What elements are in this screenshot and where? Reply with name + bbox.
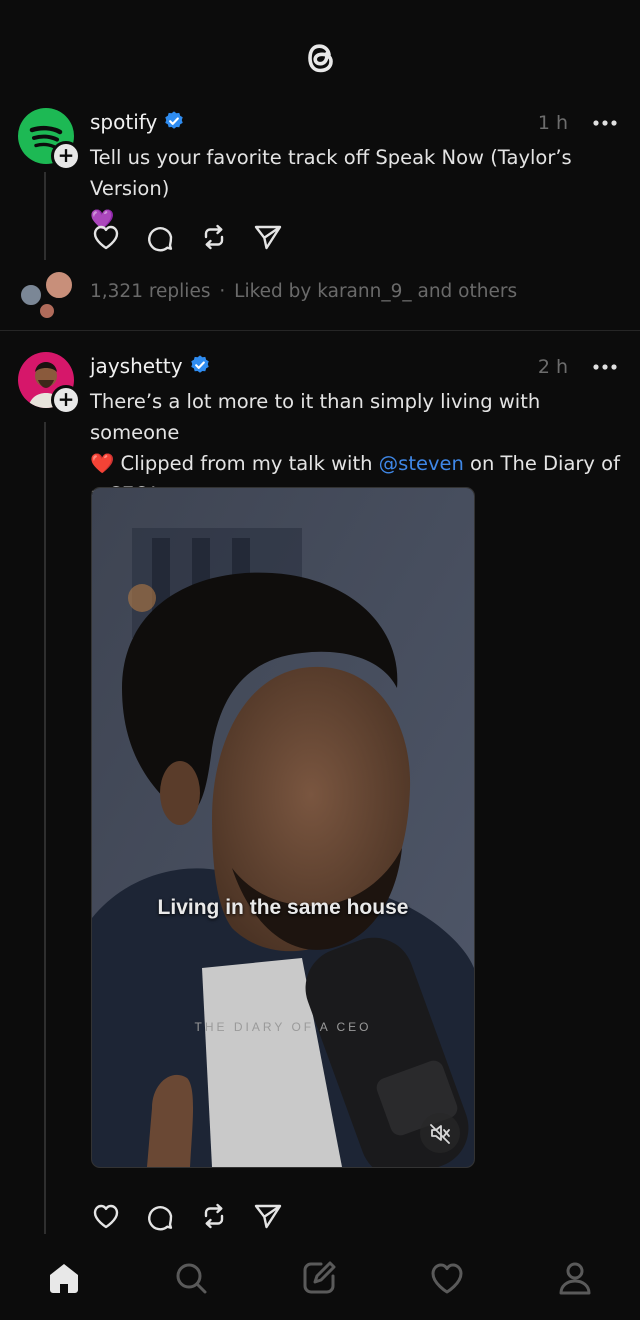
post-username[interactable]: spotify [90, 110, 185, 134]
bottom-tab-bar [0, 1244, 640, 1320]
post-text-line1: There’s a lot more to it than simply liv… [90, 390, 541, 444]
search-icon[interactable] [171, 1258, 211, 1298]
compose-icon[interactable] [299, 1258, 339, 1298]
post-divider [0, 330, 640, 331]
comment-icon[interactable] [144, 221, 176, 253]
follow-plus-icon[interactable]: + [51, 385, 81, 415]
mute-button[interactable] [420, 1113, 460, 1153]
share-send-icon[interactable] [252, 1200, 284, 1232]
video-player[interactable]: Living in the same house THE DIARY OF A … [91, 487, 475, 1168]
repost-icon[interactable] [198, 1200, 230, 1232]
video-frame-image [92, 488, 474, 1167]
liked-by[interactable]: Liked by karann_9_ and others [234, 281, 517, 302]
post-actions [90, 221, 290, 253]
post-time: 1 h [537, 112, 568, 134]
red-heart-emoji: ❤️ [90, 452, 115, 475]
verified-badge-icon [190, 355, 209, 373]
repost-icon[interactable] [198, 221, 230, 253]
mention-link[interactable]: @steven [379, 452, 464, 475]
reply-avatars [18, 270, 74, 320]
thread-line [44, 422, 46, 1234]
more-options-icon[interactable] [592, 363, 618, 371]
reply-avatar [19, 283, 43, 307]
replies-count[interactable]: 1,321 replies [90, 281, 210, 302]
video-watermark: THE DIARY OF A CEO [194, 1020, 372, 1034]
profile-icon[interactable] [555, 1258, 595, 1298]
meta-separator: · [219, 281, 226, 302]
follow-plus-icon[interactable]: + [51, 141, 81, 171]
speaker-muted-icon [430, 1124, 450, 1144]
more-options-icon[interactable] [592, 119, 618, 127]
post-meta: 1,321 replies · Liked by karann_9_ and o… [90, 281, 517, 302]
reply-avatar [38, 302, 56, 320]
post-actions [90, 1200, 290, 1232]
reply-avatar [44, 270, 74, 300]
post-text-pre-mention: Clipped from my talk with [114, 452, 379, 475]
username-text[interactable]: jayshetty [90, 354, 183, 378]
post-username[interactable]: jayshetty [90, 354, 211, 378]
like-heart-icon[interactable] [90, 1200, 122, 1232]
post-time: 2 h [537, 356, 568, 378]
username-text[interactable]: spotify [90, 110, 157, 134]
share-send-icon[interactable] [252, 221, 284, 253]
post-text-body: Tell us your favorite track off Speak No… [90, 146, 572, 200]
video-caption: Living in the same house [157, 896, 409, 919]
verified-badge-icon [165, 111, 183, 129]
comment-icon[interactable] [144, 1200, 176, 1232]
activity-heart-icon[interactable] [427, 1258, 467, 1298]
thread-line [44, 172, 46, 260]
like-heart-icon[interactable] [90, 221, 122, 253]
home-icon[interactable] [44, 1258, 84, 1298]
threads-logo-icon[interactable] [296, 34, 344, 82]
